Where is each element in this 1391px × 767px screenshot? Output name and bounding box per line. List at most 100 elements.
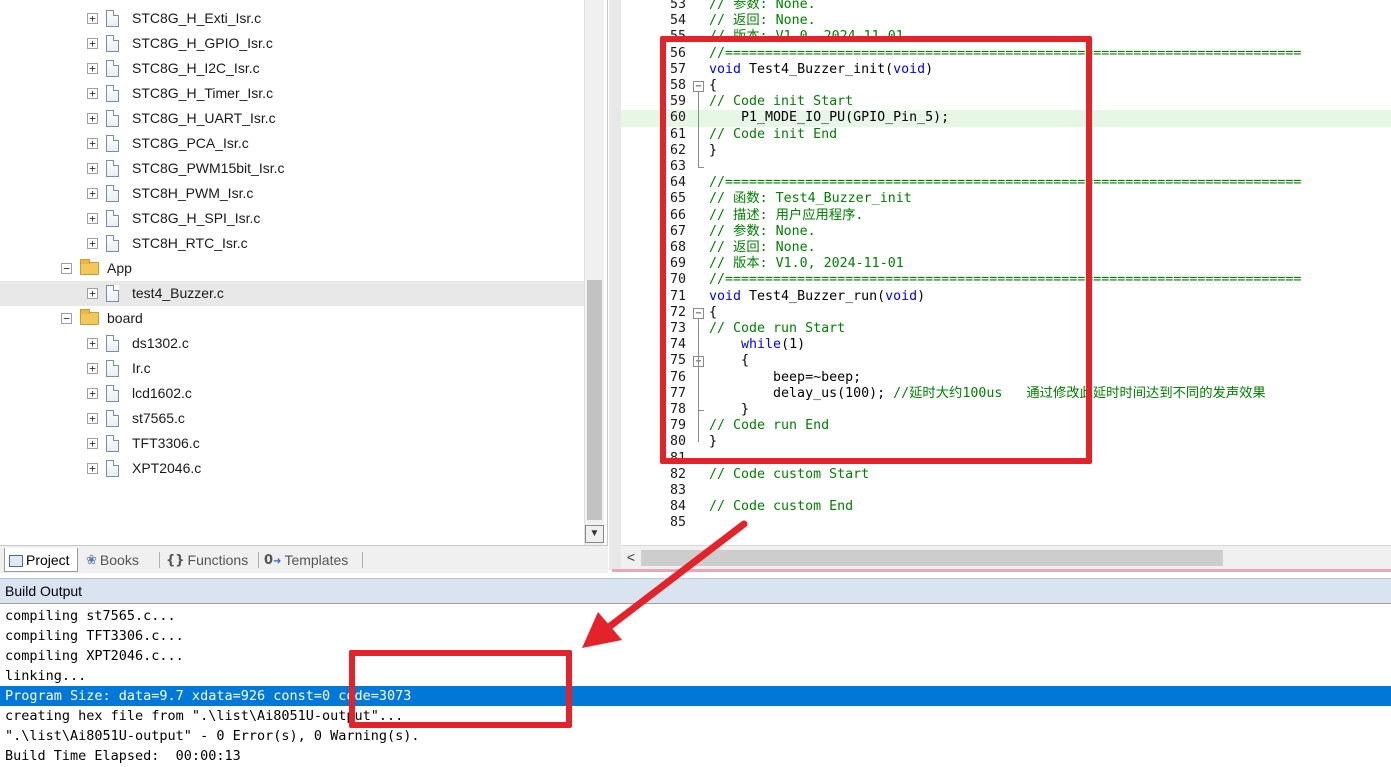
- code-text: // 参数: None.: [709, 0, 816, 13]
- tab-books-label: Books: [99, 552, 139, 568]
- tree-file[interactable]: + STC8G_H_UART_Isr.c: [0, 106, 584, 131]
- output-line[interactable]: Program Size: data=9.7 xdata=926 const=0…: [0, 686, 1391, 706]
- tree-file[interactable]: + ds1302.c: [0, 331, 584, 356]
- expand-icon[interactable]: +: [87, 38, 98, 49]
- scroll-down-icon[interactable]: ▼: [585, 525, 604, 543]
- expand-icon[interactable]: +: [87, 338, 98, 349]
- expand-icon[interactable]: +: [87, 163, 98, 174]
- tree-file[interactable]: + st7565.c: [0, 406, 584, 431]
- editor-hscrollbar-thumb[interactable]: [641, 550, 1223, 566]
- file-icon: [106, 210, 119, 227]
- tree-file[interactable]: + STC8G_H_GPIO_Isr.c: [0, 31, 584, 56]
- tree-file[interactable]: + STC8G_H_Timer_Isr.c: [0, 81, 584, 106]
- line-number: 82: [669, 466, 686, 482]
- tree-item-label: App: [107, 260, 132, 276]
- file-icon: [106, 10, 119, 27]
- expand-icon[interactable]: +: [87, 63, 98, 74]
- code-token: // 返回: None.: [709, 13, 816, 29]
- file-icon: [106, 35, 119, 52]
- tab-templates-label: Templates: [284, 552, 349, 568]
- tree-item-label: STC8G_H_GPIO_Isr.c: [132, 35, 273, 51]
- tree-file[interactable]: + XPT2046.c: [0, 456, 584, 481]
- tree-file[interactable]: + Ir.c: [0, 356, 584, 381]
- tree-file[interactable]: + STC8G_PCA_Isr.c: [0, 131, 584, 156]
- line-number: 83: [669, 483, 686, 498]
- tree-item-label: STC8G_PCA_Isr.c: [132, 135, 249, 151]
- tree-item-label: test4_Buzzer.c: [132, 285, 224, 301]
- project-icon: [9, 555, 23, 568]
- tree-file[interactable]: + STC8H_RTC_Isr.c: [0, 231, 584, 256]
- tree-item-label: STC8G_H_Exti_Isr.c: [132, 10, 262, 26]
- project-panel: + STC8G_H_Exti_Isr.c + STC8G_H_GPIO_Isr.c + S…: [0, 0, 608, 545]
- project-tree: + STC8G_H_Exti_Isr.c + STC8G_H_GPIO_Isr.c + S…: [0, 0, 584, 545]
- output-line[interactable]: ".\list\Ai8051U-output" - 0 Error(s), 0 …: [0, 726, 1391, 746]
- tree-item-label: board: [107, 310, 143, 326]
- code-line[interactable]: 82 // Code custom Start: [621, 467, 1391, 483]
- editor-hscrollbar[interactable]: <: [621, 545, 1391, 569]
- code-line[interactable]: 54 // 返回: None.: [621, 13, 1391, 29]
- tab-functions[interactable]: {} Functions: [166, 548, 256, 572]
- file-icon: [106, 335, 119, 352]
- tree-file[interactable]: + test4_Buzzer.c: [0, 281, 584, 306]
- tree-item-label: st7565.c: [132, 410, 185, 426]
- tree-item-label: lcd1602.c: [132, 385, 192, 401]
- expand-icon[interactable]: +: [87, 113, 98, 124]
- tree-file[interactable]: + STC8H_PWM_Isr.c: [0, 181, 584, 206]
- tab-books[interactable]: ❀ Books: [86, 548, 156, 572]
- output-line[interactable]: compiling st7565.c...: [0, 606, 1391, 626]
- line-number: 53: [669, 0, 686, 12]
- code-line[interactable]: 84 // Code custom End: [621, 499, 1391, 515]
- tab-project[interactable]: Project: [4, 548, 78, 572]
- tree-file[interactable]: + lcd1602.c: [0, 381, 584, 406]
- tree-item-label: STC8G_H_Timer_Isr.c: [132, 85, 274, 101]
- file-icon: [106, 185, 119, 202]
- tree-folder[interactable]: − board: [0, 306, 584, 331]
- code-line[interactable]: 85: [621, 515, 1391, 531]
- code-text: // 返回: None.: [709, 13, 816, 29]
- tree-file[interactable]: + STC8G_PWM15bit_Isr.c: [0, 156, 584, 181]
- code-line[interactable]: 53 // 参数: None.: [621, 0, 1391, 13]
- collapse-icon[interactable]: −: [61, 313, 72, 324]
- tab-templates[interactable]: 0➜ Templates: [264, 548, 360, 572]
- tree-scrollbar[interactable]: ▼: [584, 0, 604, 545]
- folder-icon: [80, 309, 99, 325]
- scroll-left-icon[interactable]: <: [623, 548, 639, 566]
- expand-icon[interactable]: +: [87, 213, 98, 224]
- annotation-box-code: [660, 36, 1092, 464]
- expand-icon[interactable]: +: [87, 388, 98, 399]
- build-output-body[interactable]: compiling st7565.c... compiling TFT3306.c…: [0, 603, 1391, 767]
- books-icon: ❀: [86, 553, 97, 569]
- expand-icon[interactable]: +: [87, 363, 98, 374]
- line-number: 54: [669, 13, 686, 29]
- tree-file[interactable]: + STC8G_H_I2C_Isr.c: [0, 56, 584, 81]
- output-line[interactable]: compiling TFT3306.c...: [0, 626, 1391, 646]
- expand-icon[interactable]: +: [87, 413, 98, 424]
- code-token: // Code custom Start: [709, 466, 870, 482]
- tree-file[interactable]: + TFT3306.c: [0, 431, 584, 456]
- expand-icon[interactable]: +: [87, 463, 98, 474]
- line-number: 85: [669, 515, 686, 531]
- expand-icon[interactable]: +: [87, 188, 98, 199]
- tree-item-label: Ir.c: [132, 360, 151, 376]
- expand-icon[interactable]: +: [87, 238, 98, 249]
- tab-divider: [362, 552, 363, 568]
- tree-file[interactable]: + STC8G_H_Exti_Isr.c: [0, 6, 584, 31]
- tree-file[interactable]: + STC8G_H_SPI_Isr.c: [0, 206, 584, 231]
- editor-margin: [609, 0, 621, 570]
- code-line[interactable]: 83: [621, 483, 1391, 499]
- expand-icon[interactable]: +: [87, 138, 98, 149]
- expand-icon[interactable]: +: [87, 88, 98, 99]
- tree-scrollbar-thumb[interactable]: [587, 280, 602, 520]
- output-line[interactable]: linking...: [0, 666, 1391, 686]
- output-line[interactable]: Build Time Elapsed: 00:00:13: [0, 746, 1391, 766]
- tree-folder[interactable]: − App: [0, 256, 584, 281]
- collapse-icon[interactable]: −: [61, 263, 72, 274]
- folder-icon: [80, 259, 99, 275]
- expand-icon[interactable]: +: [87, 288, 98, 299]
- output-line[interactable]: creating hex file from ".\list\Ai8051U-o…: [0, 706, 1391, 726]
- tab-divider: [258, 552, 259, 568]
- expand-icon[interactable]: +: [87, 438, 98, 449]
- functions-icon: {}: [166, 553, 185, 569]
- output-line[interactable]: compiling XPT2046.c...: [0, 646, 1391, 666]
- expand-icon[interactable]: +: [87, 13, 98, 24]
